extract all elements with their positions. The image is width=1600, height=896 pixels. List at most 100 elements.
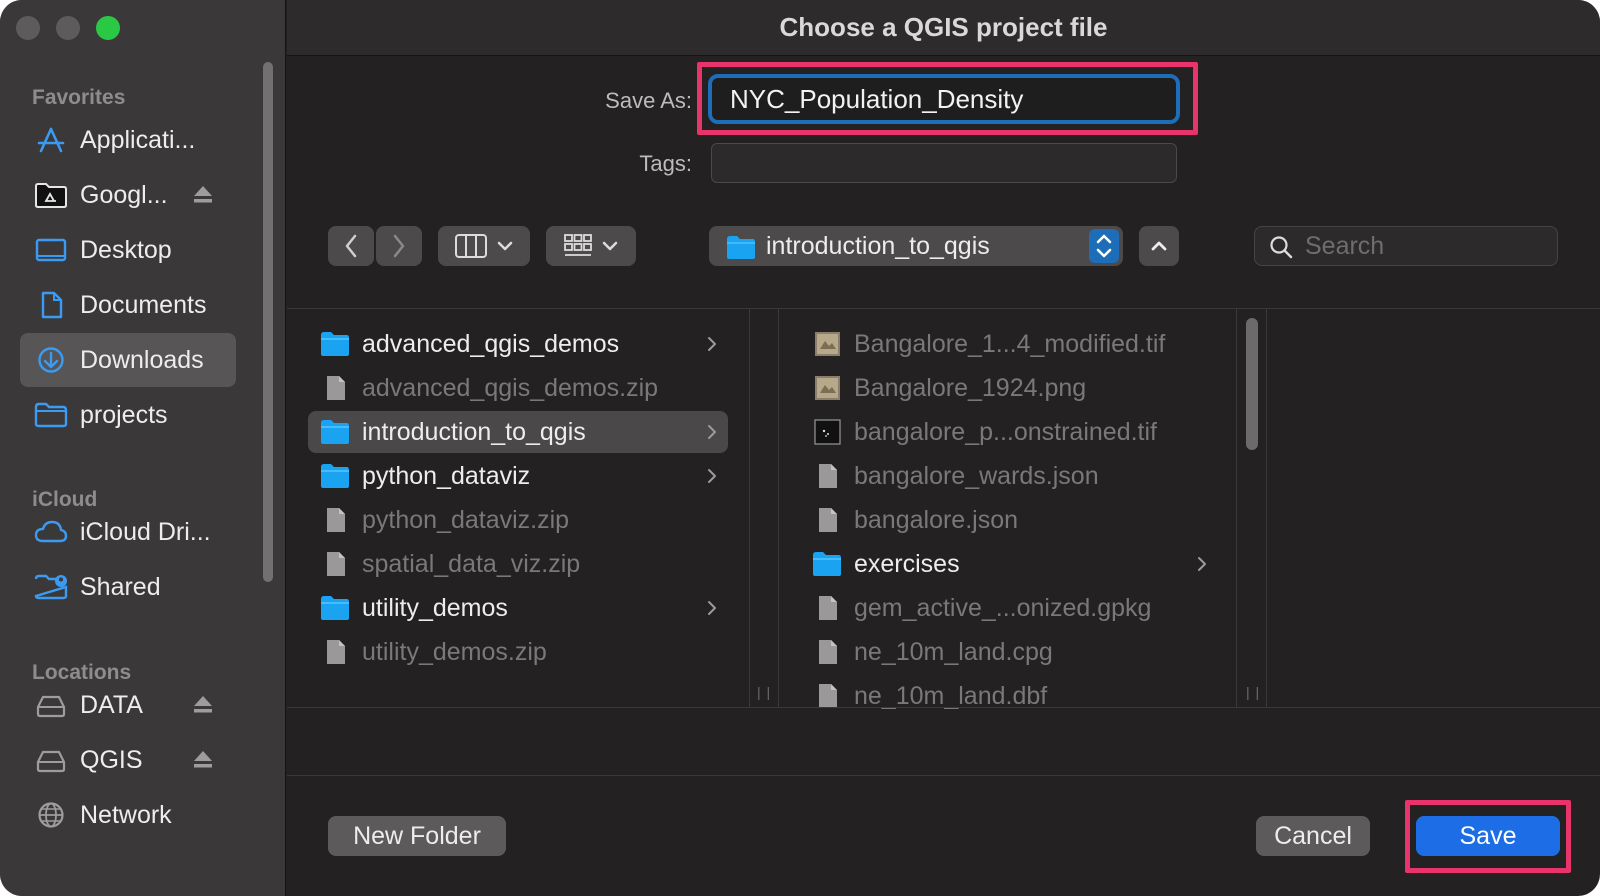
browser-bottom-border — [287, 707, 1600, 708]
folder-icon — [812, 551, 842, 577]
popup-stepper — [1089, 229, 1119, 263]
file-row[interactable]: ne_10m_land.dbf — [800, 675, 1220, 717]
file-icon — [812, 639, 842, 665]
folder-icon — [320, 419, 350, 445]
row-label: gem_active_...onized.gpkg — [854, 594, 1152, 622]
sidebar-item-projects[interactable]: projects — [20, 388, 236, 442]
eject-icon[interactable] — [190, 182, 216, 206]
cancel-button[interactable]: Cancel — [1256, 816, 1370, 856]
row-label: bangalore_p...onstrained.tif — [854, 418, 1157, 446]
image-file-icon — [812, 375, 842, 401]
sidebar-item-label: Network — [80, 801, 172, 829]
cloud-icon — [34, 518, 68, 546]
folder-icon — [320, 463, 350, 489]
sidebar-scrollbar[interactable] — [263, 62, 273, 582]
minimize-window-button[interactable] — [56, 16, 80, 40]
tags-input[interactable] — [711, 143, 1177, 183]
column-resize-grip[interactable]: | | — [757, 684, 771, 700]
collapse-button[interactable] — [1139, 226, 1179, 266]
sidebar-section-favorites: Favorites — [32, 86, 126, 109]
footer-divider — [287, 775, 1600, 776]
close-window-button[interactable] — [16, 16, 40, 40]
file-row[interactable]: Bangalore_1924.png — [800, 367, 1220, 409]
chevron-right-icon — [706, 334, 718, 354]
browser-top-border — [287, 308, 1600, 309]
drive-icon — [34, 691, 68, 719]
sidebar-item-label: DATA — [80, 691, 143, 719]
up-down-chevron-icon — [1096, 234, 1112, 258]
back-button[interactable] — [328, 226, 374, 266]
row-label: bangalore_wards.json — [854, 462, 1099, 490]
folder-row[interactable]: exercises — [800, 543, 1220, 585]
sidebar-item-googl[interactable]: Googl... — [20, 168, 236, 222]
chevron-left-icon — [345, 234, 357, 258]
folder-row[interactable]: python_dataviz — [308, 455, 728, 497]
sidebar-item-network[interactable]: Network — [20, 788, 236, 842]
applications-icon — [34, 126, 68, 154]
raster-file-icon — [812, 419, 842, 445]
file-row[interactable]: gem_active_...onized.gpkg — [800, 587, 1220, 629]
column-divider[interactable] — [1266, 309, 1267, 707]
dialog-title: Choose a QGIS project file — [779, 12, 1108, 42]
file-icon — [812, 595, 842, 621]
file-row[interactable]: ne_10m_land.cpg — [800, 631, 1220, 673]
image-file-icon — [812, 331, 842, 357]
forward-button[interactable] — [376, 226, 422, 266]
sidebar-item-documents[interactable]: Documents — [20, 278, 236, 332]
sidebar-item-shared[interactable]: Shared — [20, 560, 236, 614]
globe-icon — [34, 801, 68, 829]
search-field[interactable] — [1254, 226, 1558, 266]
column-scrollbar[interactable] — [1246, 318, 1258, 450]
folder-row[interactable]: advanced_qgis_demos — [308, 323, 728, 365]
downloads-icon — [34, 346, 68, 374]
sidebar-item-data[interactable]: DATA — [20, 678, 236, 732]
location-popup[interactable]: introduction_to_qgis — [709, 226, 1123, 266]
search-icon — [1270, 236, 1293, 259]
save-button-highlight-box — [1405, 800, 1571, 873]
group-button[interactable] — [546, 226, 636, 266]
file-row[interactable]: Bangalore_1...4_modified.tif — [800, 323, 1220, 365]
drive-icon — [34, 746, 68, 774]
chevron-right-icon — [706, 422, 718, 442]
sidebar-item-label: iCloud Dri... — [80, 518, 211, 546]
current-folder-label: introduction_to_qgis — [766, 232, 990, 260]
row-label: python_dataviz — [362, 462, 531, 490]
file-row[interactable]: python_dataviz.zip — [308, 499, 728, 541]
zoom-window-button[interactable] — [96, 16, 120, 40]
file-row[interactable]: bangalore_p...onstrained.tif — [800, 411, 1220, 453]
tags-label: Tags: — [639, 151, 692, 176]
file-row[interactable]: spatial_data_viz.zip — [308, 543, 728, 585]
column-resize-grip[interactable]: | | — [1246, 684, 1260, 700]
eject-icon[interactable] — [190, 692, 216, 716]
sidebar-item-qgis[interactable]: QGIS — [20, 733, 236, 787]
folder-row[interactable]: utility_demos — [308, 587, 728, 629]
column-divider[interactable] — [1236, 309, 1237, 707]
sidebar-item-icloud-dri[interactable]: iCloud Dri... — [20, 505, 236, 559]
row-label: ne_10m_land.cpg — [854, 638, 1053, 666]
save-as-highlight-box — [697, 62, 1198, 135]
file-row[interactable]: advanced_qgis_demos.zip — [308, 367, 728, 409]
folder-icon — [727, 236, 755, 259]
folder-icon — [34, 401, 68, 429]
new-folder-button[interactable]: New Folder — [328, 816, 506, 856]
view-mode-button[interactable] — [438, 226, 530, 266]
row-label: utility_demos — [362, 594, 508, 622]
file-row[interactable]: bangalore.json — [800, 499, 1220, 541]
sidebar-item-downloads[interactable]: Downloads — [20, 333, 236, 387]
search-input[interactable] — [1305, 231, 1545, 261]
sidebar-item-label: Documents — [80, 291, 207, 319]
file-row[interactable]: utility_demos.zip — [308, 631, 728, 673]
sidebar-item-label: Applicati... — [80, 126, 196, 154]
sidebar-item-label: Googl... — [80, 181, 168, 209]
eject-icon[interactable] — [190, 747, 216, 771]
sidebar-item-applicati[interactable]: Applicati... — [20, 113, 236, 167]
folder-row[interactable]: introduction_to_qgis — [308, 411, 728, 453]
column-divider[interactable] — [778, 309, 779, 707]
file-row[interactable]: bangalore_wards.json — [800, 455, 1220, 497]
folder-icon — [320, 595, 350, 621]
folder-icon — [320, 331, 350, 357]
sidebar-item-label: QGIS — [80, 746, 143, 774]
sidebar-item-desktop[interactable]: Desktop — [20, 223, 236, 277]
column-divider[interactable] — [749, 309, 750, 707]
row-label: introduction_to_qgis — [362, 418, 586, 446]
